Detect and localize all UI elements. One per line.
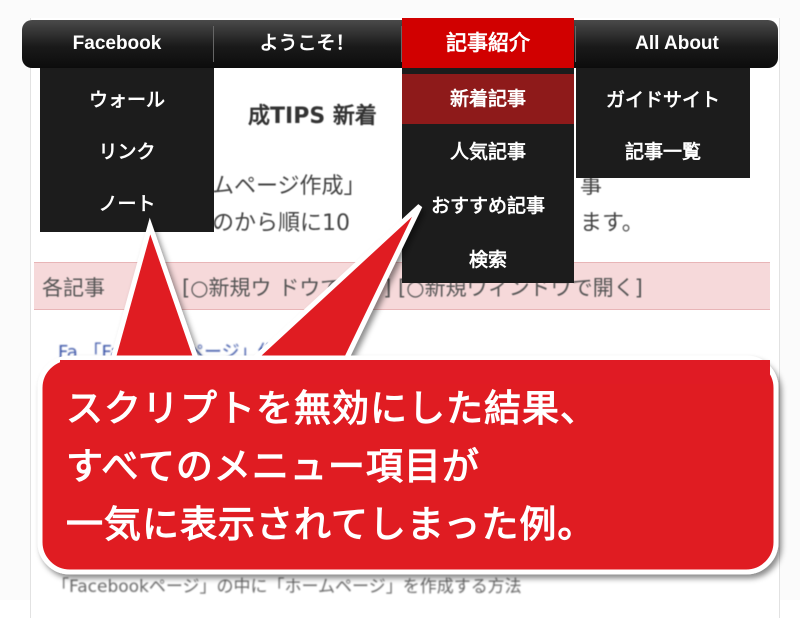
callout-pointer-right — [233, 204, 423, 375]
callout-line-1: スクリプトを無効にした結果、 — [66, 387, 598, 430]
callout-pointer-left — [106, 217, 204, 373]
callout-text: スクリプトを無効にした結果、 すべてのメニュー項目が 一気に表示されてしまった例… — [66, 380, 766, 554]
callout-line-3: 一気に表示されてしまった例。 — [66, 503, 596, 546]
callout-line-2: すべてのメニュー項目が — [66, 445, 480, 488]
